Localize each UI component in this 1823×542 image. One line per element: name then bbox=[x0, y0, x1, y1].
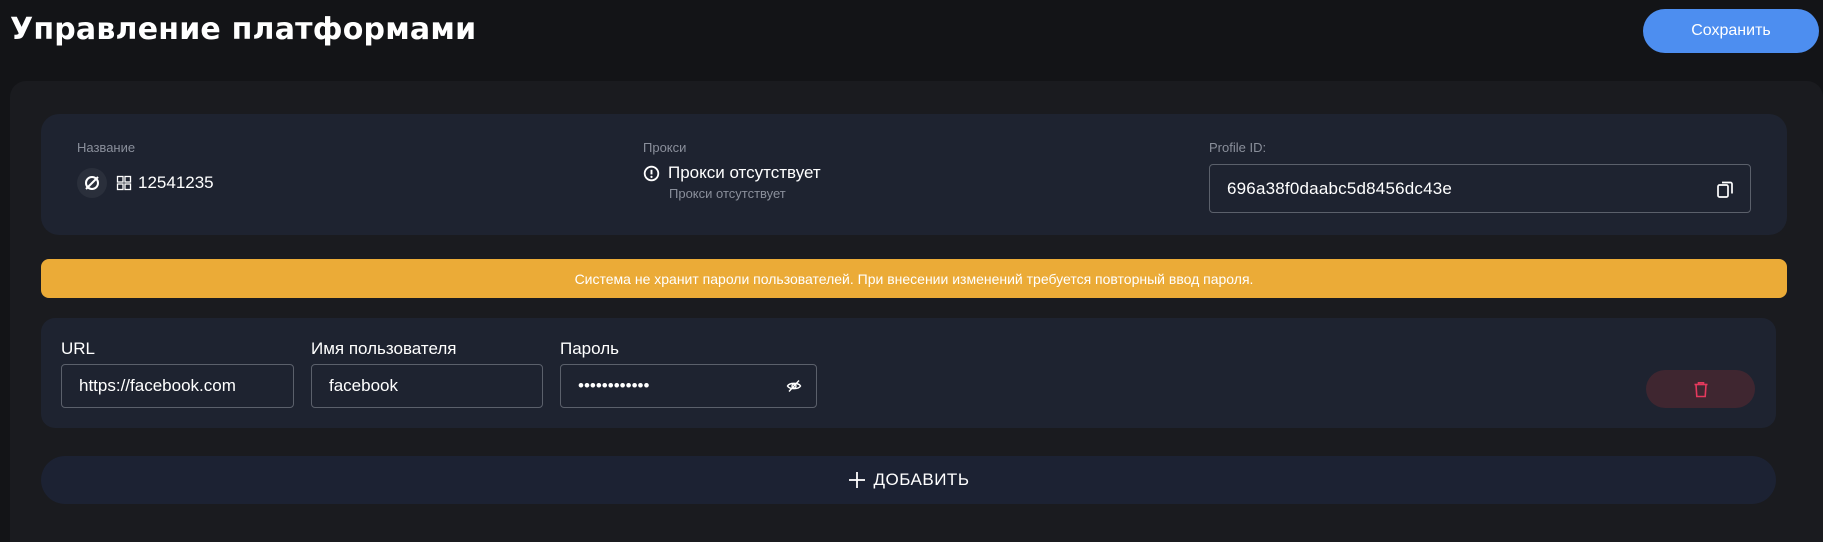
trash-icon bbox=[1693, 381, 1709, 398]
no-platform-icon bbox=[77, 168, 107, 198]
url-label: URL bbox=[61, 339, 96, 358]
username-label: Имя пользователя bbox=[311, 339, 457, 358]
url-input[interactable] bbox=[61, 364, 294, 408]
plus-icon bbox=[848, 471, 866, 489]
profile-id-field: 696a38f0daabc5d8456dc43e bbox=[1209, 164, 1751, 213]
profile-id-value: 696a38f0daabc5d8456dc43e bbox=[1227, 178, 1453, 198]
add-button[interactable]: ДОБАВИТЬ bbox=[41, 456, 1776, 504]
eye-off-icon[interactable] bbox=[784, 376, 804, 396]
profile-name: 12541235 bbox=[77, 168, 214, 198]
add-button-label: ДОБАВИТЬ bbox=[873, 470, 970, 489]
password-label: Пароль bbox=[560, 339, 619, 358]
username-input[interactable] bbox=[311, 364, 543, 408]
windows-icon bbox=[116, 175, 132, 191]
proxy-substatus: Прокси отсутствует bbox=[669, 186, 786, 201]
password-warning-banner: Система не хранит пароли пользователей. … bbox=[41, 259, 1787, 298]
copy-icon[interactable] bbox=[1714, 178, 1736, 200]
alert-circle-icon bbox=[643, 165, 660, 182]
proxy-status: Прокси отсутствует bbox=[643, 163, 821, 183]
profile-id-label: Profile ID: bbox=[1209, 140, 1267, 155]
credential-row bbox=[41, 318, 1776, 428]
save-button[interactable]: Сохранить bbox=[1643, 9, 1819, 53]
profile-name-value: 12541235 bbox=[138, 173, 214, 192]
page-title: Управление платформами bbox=[10, 12, 477, 47]
proxy-status-text: Прокси отсутствует bbox=[668, 163, 821, 182]
proxy-label: Прокси bbox=[643, 140, 687, 155]
password-input[interactable] bbox=[560, 364, 817, 408]
delete-button[interactable] bbox=[1646, 370, 1755, 408]
name-label: Название bbox=[77, 140, 136, 155]
